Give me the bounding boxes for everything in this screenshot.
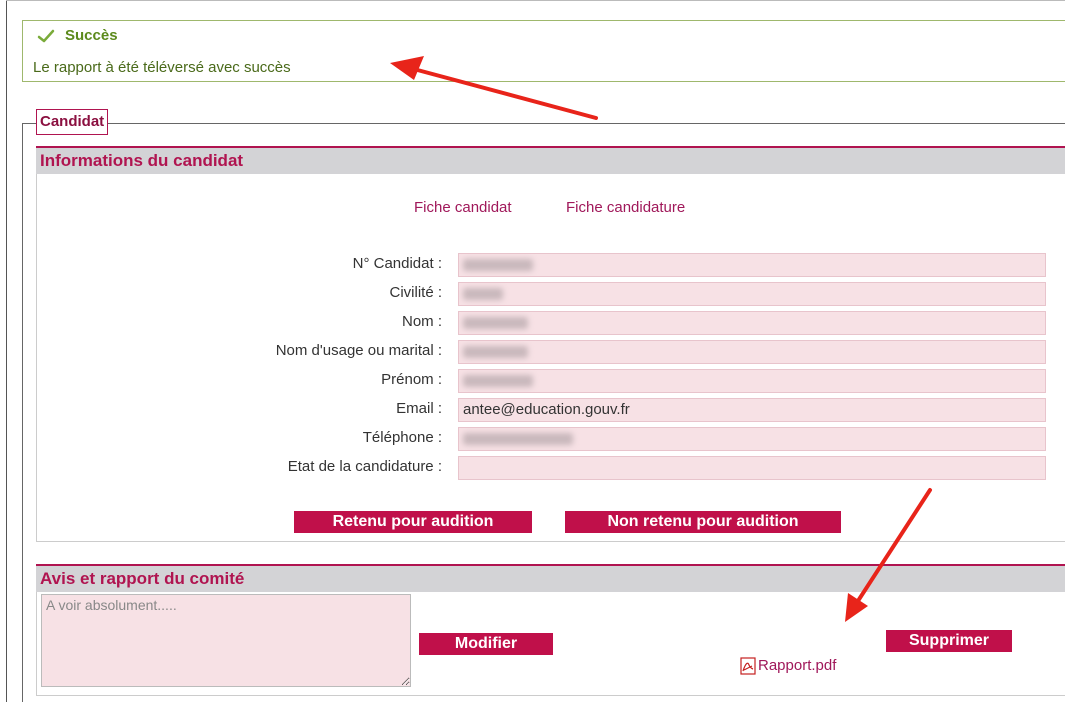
- success-title: Succès: [65, 27, 118, 44]
- redacted-value: [463, 259, 533, 271]
- non-retenu-pour-audition-button[interactable]: Non retenu pour audition: [565, 511, 841, 533]
- window-frame-top: [6, 0, 1065, 1]
- check-icon: [37, 29, 55, 43]
- redacted-value: [463, 317, 528, 329]
- nom-usage-field[interactable]: [458, 340, 1046, 364]
- field-label-nom: Nom :: [401, 313, 442, 330]
- field-label-email: Email :: [396, 400, 442, 417]
- success-message: Le rapport à été téléversé avec succès: [33, 59, 291, 76]
- field-label-etat-candidature: Etat de la candidature :: [287, 458, 442, 475]
- avis-rapport-header: Avis et rapport du comité: [36, 564, 1065, 592]
- redacted-value: [463, 346, 528, 358]
- supprimer-button[interactable]: Supprimer: [886, 630, 1012, 652]
- field-label-civilite: Civilité :: [389, 284, 442, 301]
- email-field[interactable]: antee@education.gouv.fr: [458, 398, 1046, 422]
- field-label-nom-usage: Nom d'usage ou marital :: [275, 342, 442, 359]
- modifier-button[interactable]: Modifier: [419, 633, 553, 655]
- prenom-field[interactable]: [458, 369, 1046, 393]
- field-label-telephone: Téléphone :: [362, 429, 442, 446]
- fieldset-legend: Candidat: [36, 109, 109, 135]
- civilite-field[interactable]: [458, 282, 1046, 306]
- telephone-field[interactable]: [458, 427, 1046, 451]
- retenu-pour-audition-button[interactable]: Retenu pour audition: [294, 511, 532, 533]
- avis-textarea[interactable]: A voir absolument.....: [41, 594, 411, 687]
- pdf-icon: [740, 657, 756, 675]
- redacted-value: [463, 288, 503, 300]
- nom-field[interactable]: [458, 311, 1046, 335]
- redacted-value: [463, 375, 533, 387]
- candidate-info-header: Informations du candidat: [36, 146, 1065, 174]
- redacted-value: [463, 433, 573, 445]
- field-label-prenom: Prénom :: [381, 371, 442, 388]
- window-frame-left: [6, 0, 7, 702]
- fiche-candidat-link[interactable]: Fiche candidat: [414, 199, 512, 216]
- success-message-box: Succès Le rapport à été téléversé avec s…: [22, 20, 1065, 82]
- field-label-numero-candidat: N° Candidat :: [352, 255, 442, 272]
- rapport-pdf-link[interactable]: Rapport.pdf: [758, 657, 836, 674]
- fiche-candidature-link[interactable]: Fiche candidature: [566, 199, 685, 216]
- etat-candidature-field[interactable]: [458, 456, 1046, 480]
- numero-candidat-field[interactable]: [458, 253, 1046, 277]
